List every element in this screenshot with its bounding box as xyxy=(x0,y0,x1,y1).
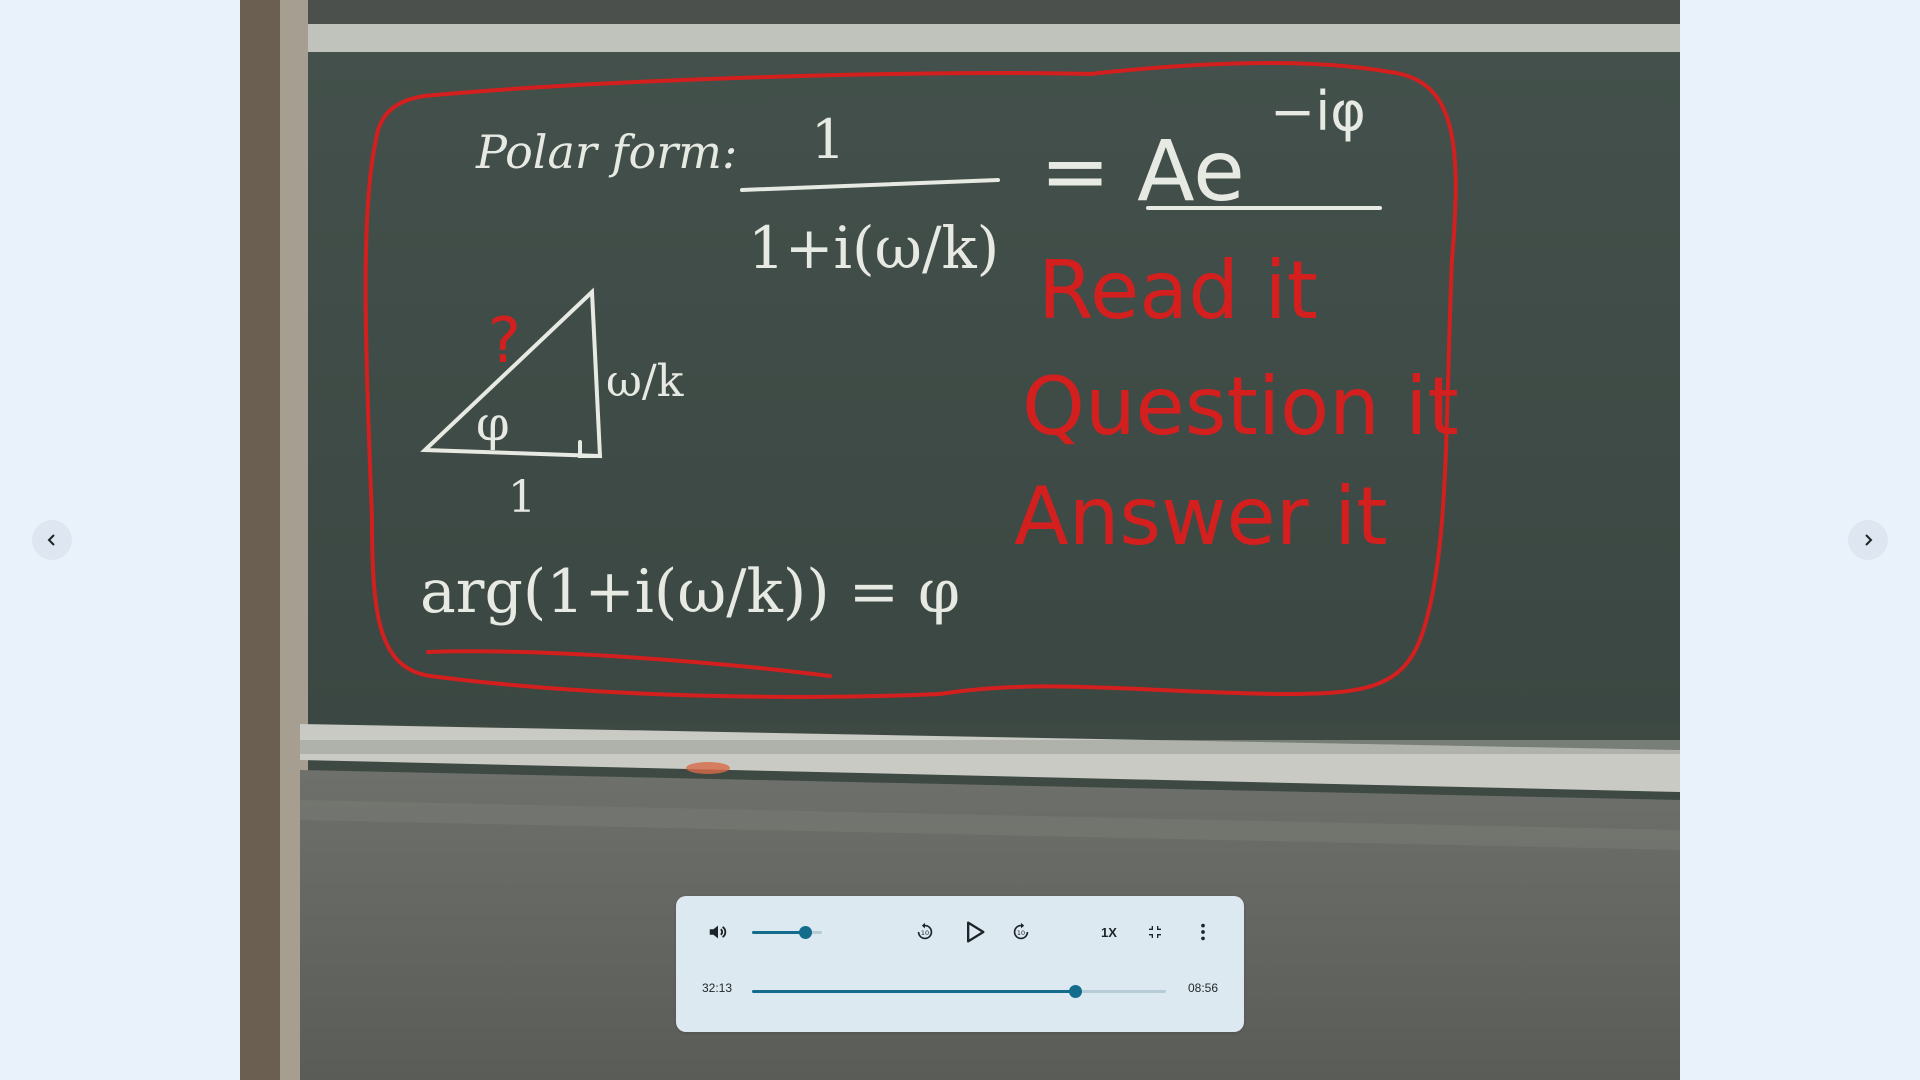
forward-button[interactable]: 10 xyxy=(1007,918,1035,946)
exit-fullscreen-icon xyxy=(1149,926,1161,938)
speed-button[interactable]: 1X xyxy=(1101,925,1117,940)
chalk-side-label: ω/k xyxy=(606,356,684,407)
chalk-angle: φ xyxy=(476,396,510,452)
next-button[interactable] xyxy=(1848,520,1888,560)
progress-bar-thumb[interactable] xyxy=(1068,985,1082,998)
chalk-arg-equation: arg(1+i(ω/k)) = φ xyxy=(420,557,960,627)
exit-fullscreen-button[interactable] xyxy=(1141,918,1169,946)
video-viewer: Polar form: 1 1+i(ω/k) = Ae −iφ ω/k φ 1 … xyxy=(0,0,1920,1080)
rewind-10-icon: 10 xyxy=(917,922,933,940)
volume-slider[interactable] xyxy=(752,926,822,939)
previous-button[interactable] xyxy=(32,520,72,560)
more-options-button[interactable] xyxy=(1189,918,1217,946)
total-time: 08:56 xyxy=(1188,981,1219,995)
annotation-question-mark: ? xyxy=(488,304,521,377)
rewind-button[interactable]: 10 xyxy=(911,918,939,946)
annotation-line-2: Question it xyxy=(1022,360,1459,453)
annotation-line-3: Answer it xyxy=(1014,470,1388,563)
svg-text:10: 10 xyxy=(921,929,929,937)
volume-slider-thumb[interactable] xyxy=(798,926,812,939)
chalk-exponent: −iφ xyxy=(1270,80,1366,143)
svg-text:10: 10 xyxy=(1017,929,1025,937)
volume-button[interactable] xyxy=(704,918,732,946)
chalk-numerator: 1 xyxy=(811,108,845,171)
chevron-left-icon xyxy=(47,534,55,546)
chalk-polar-form: Polar form: xyxy=(475,125,737,179)
play-icon xyxy=(967,921,985,943)
annotation-line-1: Read it xyxy=(1038,244,1318,337)
chevron-right-icon xyxy=(1865,534,1873,546)
more-vert-icon xyxy=(1201,923,1205,941)
volume-icon xyxy=(709,925,727,939)
chalk-equals-A: = Ae xyxy=(1040,122,1245,220)
chalk-denominator: 1+i(ω/k) xyxy=(748,214,999,282)
play-button[interactable] xyxy=(958,916,990,948)
volume-slider-fill xyxy=(752,931,805,934)
current-time: 32:13 xyxy=(702,981,733,995)
chalk-base-label: 1 xyxy=(508,472,536,523)
forward-10-icon: 10 xyxy=(1013,922,1029,940)
player-controls: 10 10 1X 32:13 08:56 xyxy=(676,896,1244,1032)
progress-bar-fill xyxy=(752,990,1075,993)
progress-bar[interactable] xyxy=(752,985,1166,998)
